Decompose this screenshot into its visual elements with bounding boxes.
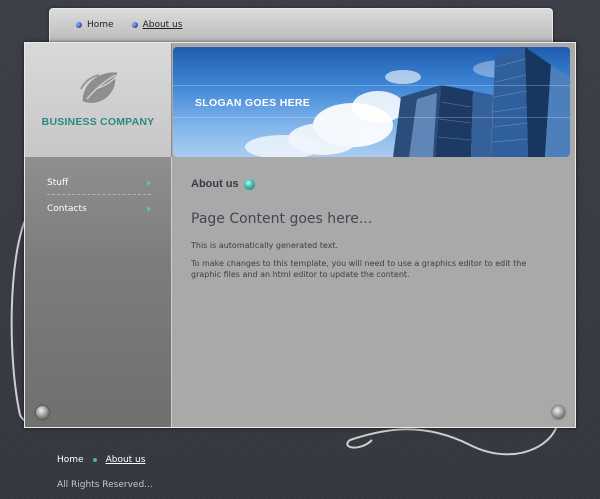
top-nav-home-label[interactable]: Home <box>87 20 114 30</box>
company-name: BUSINESS COMPANY <box>41 116 155 128</box>
slogan: SLOGAN GOES HERE <box>195 97 311 109</box>
page-heading: Page Content goes here... <box>191 211 373 227</box>
top-nav-home[interactable]: Home <box>76 20 114 30</box>
sidebar-divider <box>47 194 151 195</box>
footer-nav-home[interactable]: Home <box>57 455 84 465</box>
paragraph: To make changes to this template, you wi… <box>191 259 527 279</box>
header-banner: SLOGAN GOES HERE <box>173 47 570 157</box>
sidebar-item-stuff[interactable]: Stuff <box>47 172 151 194</box>
bullet-dot-icon <box>131 22 138 28</box>
footer-nav: Home About us <box>57 455 145 465</box>
screw-icon <box>36 406 49 419</box>
content-area: About us Page Content goes here... This … <box>172 157 575 427</box>
section-title: About us <box>191 178 255 190</box>
paragraph: This is automatically generated text. <box>191 241 339 250</box>
bullet-dot-icon <box>76 22 82 28</box>
bullet-dot-icon <box>243 178 255 190</box>
sidebar-item-label[interactable]: Stuff <box>47 178 68 188</box>
section-title-text: About us <box>191 178 239 190</box>
logo-area: BUSINESS COMPANY <box>25 43 172 157</box>
arrow-right-icon <box>147 180 151 186</box>
sidebar-item-label[interactable]: Contacts <box>47 204 87 214</box>
main-frame: BUSINESS COMPANY SLOGAN GOES HERE Stuff … <box>24 42 576 428</box>
sidebar: Stuff Contacts <box>25 157 172 427</box>
screw-icon <box>552 406 565 419</box>
top-nav-about-label[interactable]: About us <box>143 20 183 30</box>
sidebar-item-contacts[interactable]: Contacts <box>47 198 151 220</box>
top-nav: Home About us <box>76 20 182 30</box>
leaf-logo-icon <box>80 72 118 103</box>
bullet-dot-icon <box>92 458 97 462</box>
footer-nav-about[interactable]: About us <box>106 455 146 465</box>
top-nav-about[interactable]: About us <box>131 20 183 30</box>
copyright: All Rights Reserved... <box>57 480 153 490</box>
arrow-right-icon <box>147 206 151 212</box>
